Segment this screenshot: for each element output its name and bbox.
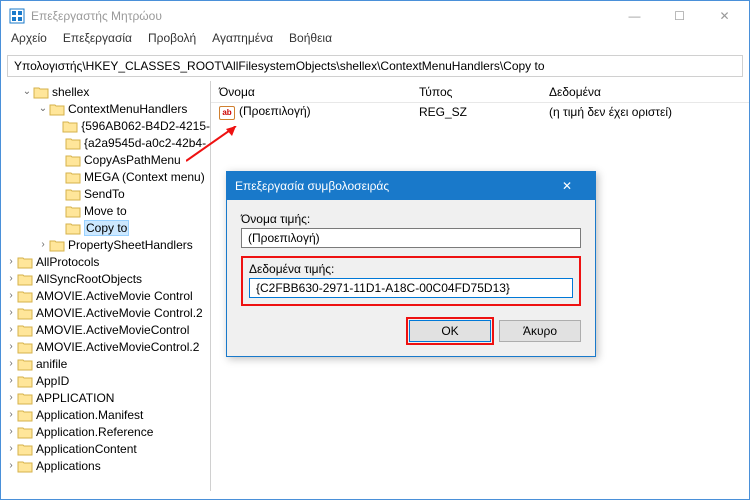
tree-item[interactable]: {596AB062-B4D2-4215- [1, 117, 210, 134]
tree-item[interactable]: Move to [1, 202, 210, 219]
value-data-label: Δεδομένα τιμής: [249, 262, 573, 276]
list-row[interactable]: ab (Προεπιλογή) REG_SZ (η τιμή δεν έχει ο… [211, 103, 749, 121]
value-name-label: Όνομα τιμής: [241, 212, 581, 226]
window-title: Επεξεργαστής Μητρώου [31, 9, 612, 23]
tree-item[interactable]: ›AMOVIE.ActiveMovieControl [1, 321, 210, 338]
tree-item[interactable]: ›AMOVIE.ActiveMovieControl.2 [1, 338, 210, 355]
cancel-button[interactable]: Άκυρο [499, 320, 581, 342]
value-data: (η τιμή δεν έχει οριστεί) [541, 105, 749, 119]
window-titlebar: Επεξεργαστής Μητρώου — ☐ ✕ [1, 1, 749, 31]
tree-item[interactable]: ›Applications [1, 457, 210, 474]
tree-item[interactable]: ›AppID [1, 372, 210, 389]
tree-item[interactable]: ›AMOVIE.ActiveMovie Control.2 [1, 304, 210, 321]
menubar: Αρχείο Επεξεργασία Προβολή Αγαπημένα Βοή… [1, 31, 749, 51]
tree-item[interactable]: ›AllProtocols [1, 253, 210, 270]
maximize-button[interactable]: ☐ [657, 2, 702, 30]
regedit-icon [9, 8, 25, 24]
list-header: Όνομα Τύπος Δεδομένα [211, 81, 749, 103]
ok-button[interactable]: OK [409, 320, 491, 342]
tree-item[interactable]: ›Application.Reference [1, 423, 210, 440]
string-value-icon: ab [219, 106, 235, 120]
value-name-input [241, 228, 581, 248]
tree-item[interactable]: ›AMOVIE.ActiveMovie Control [1, 287, 210, 304]
menu-favorites[interactable]: Αγαπημένα [212, 31, 273, 51]
tree-item[interactable]: ›anifile [1, 355, 210, 372]
tree-item[interactable]: ›AllSyncRootObjects [1, 270, 210, 287]
dialog-titlebar[interactable]: Επεξεργασία συμβολοσειράς ✕ [227, 172, 595, 200]
tree-item-selected[interactable]: Copy to [1, 219, 210, 236]
tree-item[interactable]: ›Application.Manifest [1, 406, 210, 423]
tree-item[interactable]: ›ApplicationContent [1, 440, 210, 457]
address-bar[interactable]: Υπολογιστής\HKEY_CLASSES_ROOT\AllFilesys… [7, 55, 743, 77]
tree-item[interactable]: ›APPLICATION [1, 389, 210, 406]
tree-item[interactable]: ⌄ContextMenuHandlers [1, 100, 210, 117]
col-type[interactable]: Τύπος [411, 85, 541, 99]
dialog-title: Επεξεργασία συμβολοσειράς [235, 179, 547, 193]
tree-item[interactable]: ⌄shellex [1, 83, 210, 100]
tree-item[interactable]: MEGA (Context menu) [1, 168, 210, 185]
dialog-close-button[interactable]: ✕ [547, 172, 587, 200]
tree-item[interactable]: {a2a9545d-a0c2-42b4- [1, 134, 210, 151]
col-data[interactable]: Δεδομένα [541, 85, 749, 99]
menu-help[interactable]: Βοήθεια [289, 31, 332, 51]
tree-item[interactable]: ›PropertySheetHandlers [1, 236, 210, 253]
value-name: (Προεπιλογή) [239, 104, 311, 118]
menu-view[interactable]: Προβολή [148, 31, 196, 51]
tree-pane[interactable]: ⌄shellex ⌄ContextMenuHandlers {596AB062-… [1, 81, 211, 491]
menu-edit[interactable]: Επεξεργασία [63, 31, 132, 51]
edit-string-dialog: Επεξεργασία συμβολοσειράς ✕ Όνομα τιμής:… [226, 171, 596, 357]
value-type: REG_SZ [411, 105, 541, 119]
tree-item[interactable]: CopyAsPathMenu [1, 151, 210, 168]
value-data-input[interactable] [249, 278, 573, 298]
menu-file[interactable]: Αρχείο [11, 31, 47, 51]
minimize-button[interactable]: — [612, 2, 657, 30]
col-name[interactable]: Όνομα [211, 85, 411, 99]
tree-item[interactable]: SendTo [1, 185, 210, 202]
close-button[interactable]: ✕ [702, 2, 747, 30]
